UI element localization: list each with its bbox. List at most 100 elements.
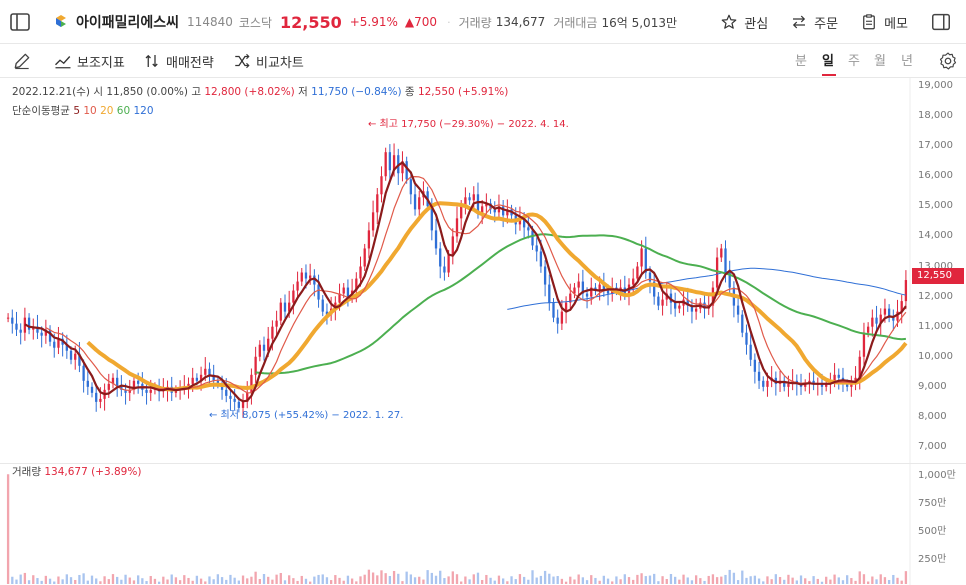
period-day[interactable]: 일 xyxy=(822,50,834,69)
arrows-exchange-icon xyxy=(793,15,806,29)
volume-tick-label: 1,000만 xyxy=(918,470,956,481)
period-minute[interactable]: 분 xyxy=(795,50,807,69)
volume-bar xyxy=(413,577,417,584)
volume-bar xyxy=(736,580,740,584)
volume-bar xyxy=(267,576,270,584)
watchlist-button[interactable]: 관심 xyxy=(720,13,768,32)
candle-body xyxy=(749,344,752,360)
volume-bar xyxy=(61,579,64,584)
candle-body xyxy=(258,344,261,357)
volume-bar xyxy=(15,579,18,584)
volume-bar xyxy=(783,579,786,584)
strategy-button[interactable]: 매매전략 xyxy=(143,50,214,72)
volume-bar xyxy=(258,579,261,584)
volume-bar xyxy=(762,581,765,584)
volume-bar xyxy=(699,578,702,584)
sidebar-right-icon[interactable] xyxy=(930,11,952,33)
volume-bar xyxy=(791,577,794,584)
volume-bar xyxy=(212,579,215,584)
volume-bar xyxy=(787,574,790,584)
price-chart-canvas[interactable] xyxy=(0,78,966,463)
candle-body xyxy=(380,176,383,195)
volume-bar xyxy=(116,576,119,584)
compare-button[interactable]: 비교차트 xyxy=(233,50,304,72)
price-chart[interactable]: 2022.12.21(수) 시 11,850 (0.00%) 고 12,800 … xyxy=(0,78,966,463)
volume-chart[interactable]: 거래량 134,677 (+3.89%) 1,000만 750만 500만 250만 xyxy=(0,463,966,585)
volume-bar xyxy=(430,572,433,584)
volume-bar xyxy=(678,579,681,584)
volume-bar xyxy=(74,579,77,584)
memo-icon xyxy=(863,14,875,30)
stock-name[interactable]: 아이패밀리에스씨 xyxy=(76,12,179,32)
candle-body xyxy=(678,305,681,309)
candle-body xyxy=(531,230,534,246)
order-button[interactable]: 주문 xyxy=(790,13,838,32)
volume-bar xyxy=(124,574,127,584)
volume-bar xyxy=(338,577,341,584)
price-tick-label: 17,000 xyxy=(918,140,953,152)
info-close: 12,550 (+5.91%) xyxy=(417,86,509,98)
period-week[interactable]: 주 xyxy=(848,50,860,69)
info-low: 11,750 (−0.84%) xyxy=(311,86,402,98)
candle-body xyxy=(753,359,757,372)
candle-body xyxy=(371,212,375,231)
volume-info-value: 134,677 (+3.89%) xyxy=(44,466,142,478)
price-tick-label: 9,000 xyxy=(918,380,947,392)
volume-bar xyxy=(418,576,421,584)
volume-bar xyxy=(401,581,404,584)
volume-bar xyxy=(216,574,220,584)
indicators-button[interactable]: 보조지표 xyxy=(54,50,125,72)
candle-body xyxy=(883,308,887,315)
volume-bar xyxy=(732,572,736,584)
candle-body xyxy=(413,194,417,210)
candle-body xyxy=(736,305,740,315)
volume-bar xyxy=(313,576,316,584)
candle-body xyxy=(6,317,10,319)
candle-body xyxy=(48,329,52,342)
candle-body xyxy=(606,290,610,294)
volume-bar xyxy=(57,576,60,584)
settings-icon[interactable] xyxy=(938,51,958,71)
price-tick-label: 7,000 xyxy=(918,441,947,452)
volume-bar xyxy=(585,580,589,584)
memo-button[interactable]: 메모 xyxy=(860,13,908,32)
volume-bar xyxy=(40,580,43,584)
market-name: 코스닥 xyxy=(238,15,272,30)
volume-bar xyxy=(107,579,110,584)
volume-bar xyxy=(397,573,400,584)
candle-body xyxy=(577,281,580,288)
candle-body xyxy=(367,230,371,249)
volume-bar xyxy=(577,574,580,584)
volume-bar xyxy=(879,574,882,584)
volume-bar xyxy=(204,581,207,584)
volume-bar xyxy=(514,579,517,584)
volume-bar xyxy=(65,574,68,584)
volume-bar xyxy=(460,581,463,584)
pencil-icon[interactable] xyxy=(12,51,32,71)
candle-body xyxy=(455,218,459,237)
ma-legend[interactable]: 단순이동평균 5 10 20 60 120 xyxy=(12,103,154,118)
volume-bar xyxy=(300,575,303,584)
candle-body xyxy=(674,302,677,309)
candle-body xyxy=(875,317,878,324)
candle-body xyxy=(434,230,438,249)
candle-body xyxy=(724,248,727,273)
volume-bar xyxy=(770,579,773,584)
volume-bar xyxy=(510,576,513,584)
sidebar-left-icon[interactable] xyxy=(8,10,32,34)
period-month[interactable]: 월 xyxy=(874,50,886,69)
candle-body xyxy=(418,197,421,210)
candle-body xyxy=(292,290,295,303)
candle-body xyxy=(359,266,362,279)
volume-bar xyxy=(485,574,488,584)
volume-bar xyxy=(657,581,660,584)
candle-body xyxy=(82,365,85,381)
volume-bar xyxy=(82,573,85,584)
candle-body xyxy=(283,302,287,312)
volume-chart-canvas[interactable] xyxy=(0,464,966,585)
amount-value: 16억 5,013만 xyxy=(601,15,678,30)
volume-bar xyxy=(682,574,685,584)
period-year[interactable]: 년 xyxy=(901,50,913,69)
candle-body xyxy=(317,284,320,300)
candle-body xyxy=(866,326,870,333)
